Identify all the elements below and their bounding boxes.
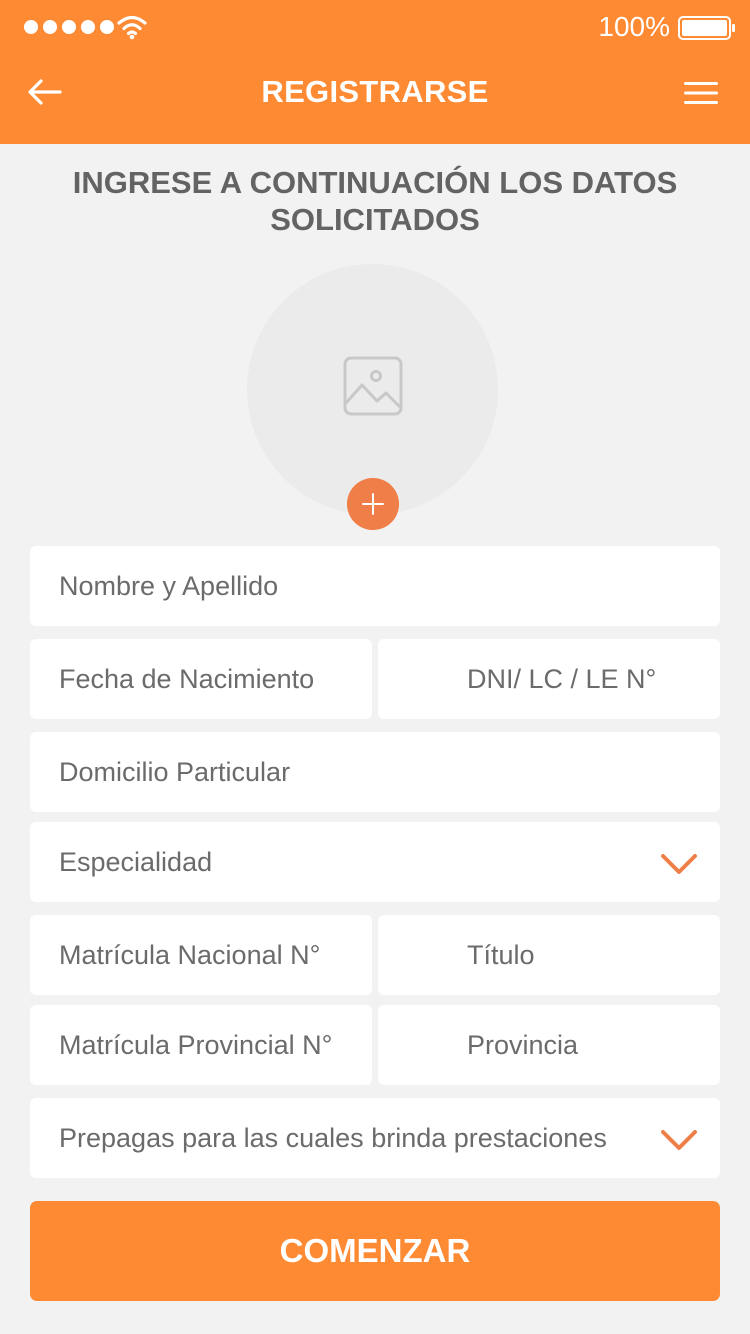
- specialty-select[interactable]: Especialidad: [30, 822, 720, 902]
- provincial-license-field[interactable]: Matrícula Provincial N°: [30, 1005, 372, 1085]
- wifi-icon: [117, 15, 147, 40]
- prepaid-plans-select[interactable]: Prepagas para las cuales brinda prestaci…: [30, 1098, 720, 1178]
- app-header: 100% REGISTRARSE: [0, 0, 750, 144]
- prepaid-plans-select-label: Prepagas para las cuales brinda prestaci…: [59, 1123, 607, 1153]
- specialty-select-label: Especialidad: [59, 847, 213, 877]
- image-placeholder-icon: [343, 356, 403, 416]
- chevron-down-icon: [661, 1130, 697, 1150]
- battery-icon: [678, 16, 735, 40]
- birth-date-field[interactable]: Fecha de Nacimiento: [30, 639, 372, 719]
- start-button[interactable]: COMENZAR: [30, 1201, 720, 1301]
- document-number-field[interactable]: DNI/ LC / LE N°: [378, 639, 720, 719]
- address-field[interactable]: Domicilio Particular: [30, 732, 720, 812]
- signal-dots-icon: [24, 20, 114, 34]
- province-field[interactable]: Provincia: [378, 1005, 720, 1085]
- back-arrow-icon[interactable]: [26, 74, 64, 110]
- form-instructions-heading: INGRESE A CONTINUACIÓN LOS DATOS SOLICIT…: [72, 165, 678, 237]
- degree-field[interactable]: Título: [378, 915, 720, 995]
- full-name-field[interactable]: Nombre y Apellido: [30, 546, 720, 626]
- battery-percent: 100%: [598, 11, 670, 42]
- page-title: REGISTRARSE: [261, 74, 489, 109]
- add-photo-button[interactable]: [347, 478, 399, 530]
- chevron-down-icon: [661, 854, 697, 874]
- hamburger-menu-icon[interactable]: [684, 80, 718, 106]
- national-license-field[interactable]: Matrícula Nacional N°: [30, 915, 372, 995]
